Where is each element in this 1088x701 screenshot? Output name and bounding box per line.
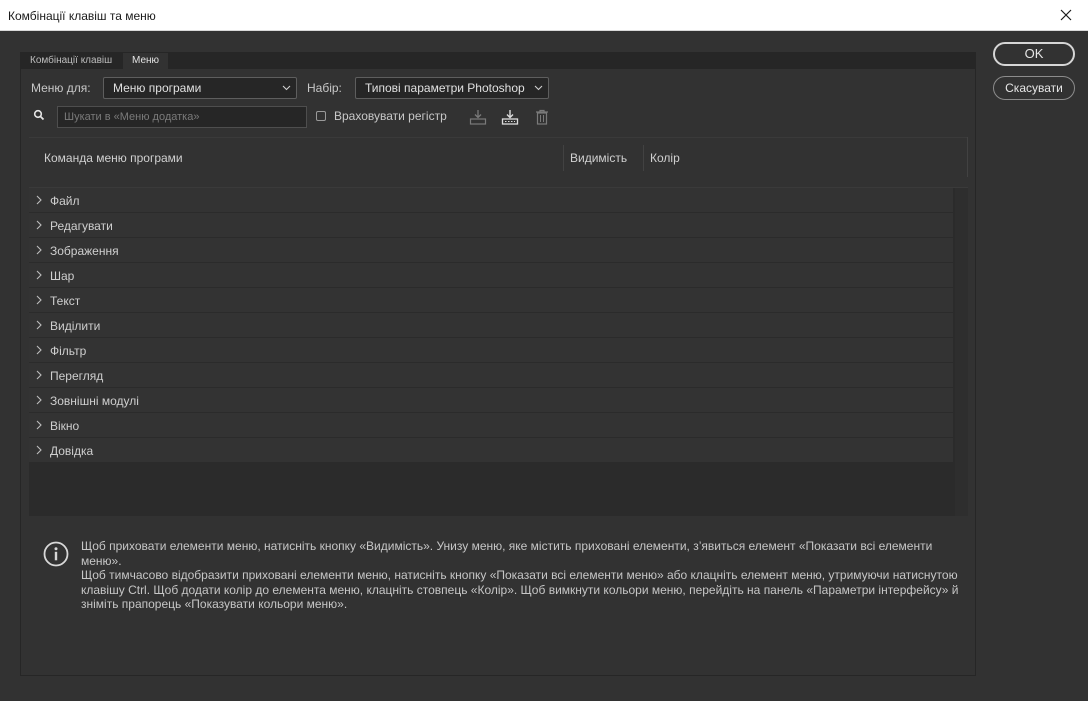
tree-item[interactable]: Текст: [29, 288, 953, 313]
tree-item-label: Редагувати: [50, 219, 113, 233]
save-set-as-icon: [501, 110, 519, 125]
chevron-right-icon: [36, 195, 42, 205]
tree-item[interactable]: Файл: [29, 188, 953, 213]
search-icon: [33, 109, 45, 124]
tree-item[interactable]: Перегляд: [29, 363, 953, 388]
column-separator: [563, 145, 564, 171]
chevron-down-icon: [282, 78, 291, 104]
window-title: Комбінації клавіш та меню: [8, 9, 156, 23]
tree-item-label: Довідка: [50, 444, 94, 458]
close-button[interactable]: [1044, 0, 1088, 30]
tree-item[interactable]: Шар: [29, 263, 953, 288]
set-value: Типові параметри Photoshop: [365, 81, 525, 95]
tree-item[interactable]: Вікно: [29, 413, 953, 438]
tree-item-label: Шар: [50, 269, 75, 283]
chevron-right-icon: [36, 420, 42, 430]
chevron-right-icon: [36, 320, 42, 330]
tab-bar: Комбінації клавіш Меню: [21, 53, 975, 69]
trash-icon: [536, 109, 548, 125]
help-text: Щоб приховати елементи меню, натисніть к…: [81, 539, 966, 612]
delete-set-button[interactable]: [531, 107, 553, 127]
tree-item-label: Фільтр: [50, 344, 87, 358]
help-text-line: Щоб тимчасово відобразити приховані елем…: [81, 568, 959, 611]
tree-item-label: Вікно: [50, 419, 80, 433]
save-set-button[interactable]: [467, 107, 489, 127]
chevron-right-icon: [36, 395, 42, 405]
chevron-right-icon: [36, 345, 42, 355]
chevron-right-icon: [36, 295, 42, 305]
chevron-right-icon: [36, 245, 42, 255]
tab-keyboard-shortcuts[interactable]: Комбінації клавіш: [21, 53, 122, 69]
menu-for-label: Меню для:: [31, 81, 91, 95]
help-text-line: Щоб приховати елементи меню, натисніть к…: [81, 539, 933, 568]
close-icon: [1060, 9, 1072, 21]
column-separator: [643, 145, 644, 171]
chevron-right-icon: [36, 370, 42, 380]
tree-item-label: Зовнішні модулі: [50, 394, 139, 408]
save-set-as-button[interactable]: [499, 107, 521, 127]
tree-item[interactable]: Довідка: [29, 438, 953, 463]
match-case-label: Враховувати регістр: [334, 109, 447, 123]
chevron-down-icon: [534, 78, 543, 104]
column-header-color: Колір: [650, 151, 680, 165]
title-bar: Комбінації клавіш та меню: [0, 0, 1088, 31]
column-header-visibility: Видимість: [570, 151, 628, 165]
chevron-right-icon: [36, 445, 42, 455]
tree-item-label: Файл: [50, 194, 80, 208]
tree-item[interactable]: Зовнішні модулі: [29, 388, 953, 413]
column-separator: [967, 137, 968, 177]
info-icon: [43, 541, 69, 570]
ok-button[interactable]: OK: [993, 42, 1075, 66]
match-case-checkbox[interactable]: [316, 111, 326, 121]
column-header-command: Команда меню програми: [44, 151, 183, 165]
menus-panel: Комбінації клавіш Меню Меню для: Меню пр…: [20, 52, 976, 676]
tree-item-label: Текст: [50, 294, 81, 308]
menu-for-value: Меню програми: [113, 81, 202, 95]
tree-item[interactable]: Зображення: [29, 238, 953, 263]
tree-item-label: Зображення: [50, 244, 119, 258]
tab-menus[interactable]: Меню: [123, 53, 169, 69]
set-dropdown[interactable]: Типові параметри Photoshop: [355, 77, 549, 99]
menu-command-tree: Файл Редагувати Зображення Шар Текст Вид…: [29, 187, 968, 516]
header-divider: [29, 137, 968, 138]
set-label: Набір:: [307, 81, 342, 95]
tree-item[interactable]: Редагувати: [29, 213, 953, 238]
tree-scrollbar[interactable]: [955, 188, 968, 516]
search-input[interactable]: [57, 106, 307, 128]
chevron-right-icon: [36, 220, 42, 230]
save-set-icon: [469, 110, 487, 125]
tree-item[interactable]: Виділити: [29, 313, 953, 338]
cancel-button[interactable]: Скасувати: [993, 76, 1075, 100]
tree-item-label: Перегляд: [50, 369, 104, 383]
tree-item-label: Виділити: [50, 319, 101, 333]
menu-for-dropdown[interactable]: Меню програми: [103, 77, 297, 99]
chevron-right-icon: [36, 270, 42, 280]
tree-item[interactable]: Фільтр: [29, 338, 953, 363]
